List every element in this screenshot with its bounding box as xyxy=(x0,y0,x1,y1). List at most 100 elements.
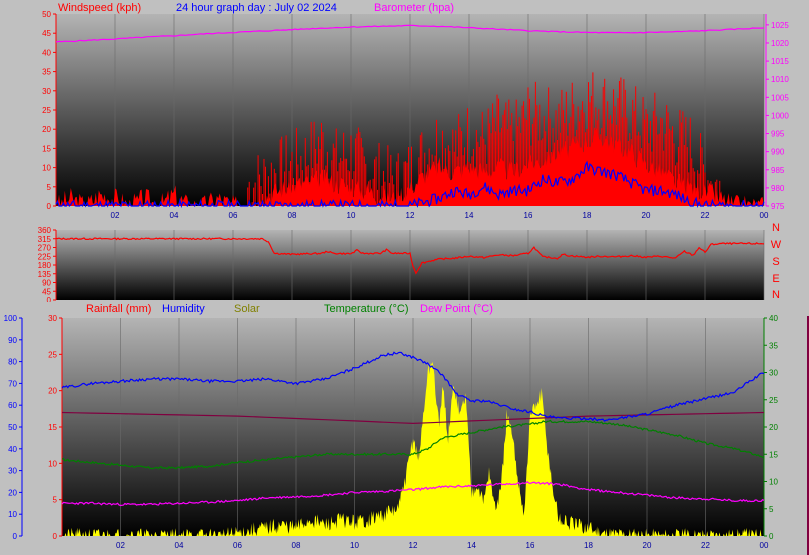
compass-east: E xyxy=(772,273,780,285)
x-tick-label: 04 xyxy=(170,211,179,220)
direction-tick-label: 225 xyxy=(38,252,52,261)
windspeed-tick-label: 50 xyxy=(42,10,51,19)
wind-direction-panel: 0 45 90 135 180 225 270 315 360 N W S E N xyxy=(0,222,809,302)
x-tick-label: 12 xyxy=(409,541,418,550)
rainfall-tick-label: 5 xyxy=(53,496,58,505)
humidity-tick-label: 70 xyxy=(8,379,17,388)
graph-title: 24 hour graph day : July 02 2024 xyxy=(176,2,337,14)
rainfall-tick-label: 20 xyxy=(48,387,57,396)
x-tick-label: 12 xyxy=(406,211,415,220)
direction-tick-label: 180 xyxy=(38,261,52,270)
windspeed-tick-label: 40 xyxy=(42,48,51,57)
barometer-tick-label: 1000 xyxy=(771,111,789,120)
x-tick-label: 16 xyxy=(524,211,533,220)
temperature-legend: Temperature (°C) xyxy=(324,303,409,315)
x-tick-label: 14 xyxy=(467,541,476,550)
humidity-tick-label: 50 xyxy=(8,423,17,432)
barometer-tick-label: 1025 xyxy=(771,21,789,30)
temperature-tick-label: 5 xyxy=(769,505,774,514)
x-tick-label: 06 xyxy=(229,211,238,220)
wind-barometer-panel: 02 04 06 08 10 12 14 16 18 20 22 00 0 5 10 15 20 25 30 35 40… xyxy=(0,0,809,222)
windspeed-tick-label: 15 xyxy=(42,144,51,153)
barometer-tick-label: 1005 xyxy=(771,93,789,102)
temperature-tick-label: 30 xyxy=(769,369,778,378)
barometer-tick-label: 1015 xyxy=(771,57,789,66)
x-tick-label: 18 xyxy=(583,211,592,220)
barometer-tick-label: 995 xyxy=(771,130,785,139)
humidity-legend: Humidity xyxy=(162,303,205,315)
compass-west: W xyxy=(770,239,782,251)
temperature-tick-label: 25 xyxy=(769,396,778,405)
x-tick-label: 18 xyxy=(584,541,593,550)
humidity-tick-label: 100 xyxy=(4,314,18,323)
x-tick-label: 14 xyxy=(465,211,474,220)
x-tick-label: 10 xyxy=(347,211,356,220)
direction-tick-label: 315 xyxy=(38,235,52,244)
rainfall-tick-label: 25 xyxy=(48,350,57,359)
x-tick-label: 00 xyxy=(760,541,769,550)
direction-tick-label: 360 xyxy=(38,226,52,235)
wind-barometer-chart: 02 04 06 08 10 12 14 16 18 20 22 000510152025303540… xyxy=(42,10,789,220)
x-tick-label: 20 xyxy=(643,541,652,550)
windspeed-tick-label: 35 xyxy=(42,68,51,77)
barometer-legend: Barometer (hpa) xyxy=(374,2,455,14)
temperature-tick-label: 20 xyxy=(769,423,778,432)
temperature-tick-label: 35 xyxy=(769,341,778,350)
direction-tick-label: 270 xyxy=(38,244,52,253)
x-tick-label: 04 xyxy=(175,541,184,550)
wind-direction-chart: 04590135180225270315360 xyxy=(38,226,765,302)
compass-north-top: N xyxy=(772,222,780,234)
humidity-tick-label: 90 xyxy=(8,336,17,345)
x-tick-label: 16 xyxy=(526,541,535,550)
windspeed-tick-label: 25 xyxy=(42,106,51,115)
windspeed-legend: Windspeed (kph) xyxy=(58,2,142,14)
windspeed-tick-label: 30 xyxy=(42,87,51,96)
rainfall-tick-label: 30 xyxy=(48,314,57,323)
humidity-tick-label: 40 xyxy=(8,445,17,454)
humidity-tick-label: 10 xyxy=(8,510,17,519)
x-tick-label: 08 xyxy=(292,541,301,550)
x-tick-label: 10 xyxy=(350,541,359,550)
rainfall-tick-label: 0 xyxy=(53,532,58,541)
windspeed-tick-label: 5 xyxy=(47,183,52,192)
rainfall-legend: Rainfall (mm) xyxy=(86,303,152,315)
temperature-tick-label: 40 xyxy=(769,314,778,323)
humidity-tick-label: 60 xyxy=(8,401,17,410)
x-tick-label: 22 xyxy=(701,541,710,550)
climate-panel: 02 04 06 08 10 12 14 16 18 20 22 00 0 10 20 30 40 50 60 70 8… xyxy=(0,302,809,555)
direction-tick-label: 45 xyxy=(42,287,51,296)
direction-tick-label: 135 xyxy=(38,270,52,279)
temperature-tick-label: 0 xyxy=(769,532,774,541)
direction-tick-label: 90 xyxy=(42,279,51,288)
rainfall-tick-label: 10 xyxy=(48,459,57,468)
temperature-tick-label: 10 xyxy=(769,478,778,487)
rainfall-tick-label: 15 xyxy=(48,423,57,432)
x-tick-label: 08 xyxy=(288,211,297,220)
compass-north-bottom: N xyxy=(772,289,780,301)
solar-legend: Solar xyxy=(234,303,260,315)
barometer-tick-label: 1020 xyxy=(771,39,789,48)
humidity-tick-label: 80 xyxy=(8,358,17,367)
windspeed-tick-label: 0 xyxy=(47,202,52,211)
x-tick-label: 00 xyxy=(760,211,769,220)
dewpoint-legend: Dew Point (°C) xyxy=(420,303,493,315)
climate-chart: 02 04 06 08 10 12 14 16 18 20 22 000102030405060708… xyxy=(4,314,809,555)
humidity-tick-label: 0 xyxy=(13,532,18,541)
x-tick-label: 20 xyxy=(642,211,651,220)
compass-south: S xyxy=(772,256,780,268)
barometer-tick-label: 980 xyxy=(771,184,785,193)
barometer-tick-label: 1010 xyxy=(771,75,789,84)
x-tick-label: 06 xyxy=(233,541,242,550)
humidity-tick-label: 20 xyxy=(8,488,17,497)
windspeed-tick-label: 20 xyxy=(42,125,51,134)
x-tick-label: 22 xyxy=(701,211,710,220)
x-tick-label: 02 xyxy=(111,211,120,220)
windspeed-tick-label: 45 xyxy=(42,29,51,38)
x-tick-label: 02 xyxy=(116,541,125,550)
temperature-tick-label: 15 xyxy=(769,450,778,459)
barometer-tick-label: 975 xyxy=(771,202,785,211)
windspeed-tick-label: 10 xyxy=(42,164,51,173)
humidity-tick-label: 30 xyxy=(8,467,17,476)
barometer-tick-label: 985 xyxy=(771,166,785,175)
barometer-tick-label: 990 xyxy=(771,148,785,157)
